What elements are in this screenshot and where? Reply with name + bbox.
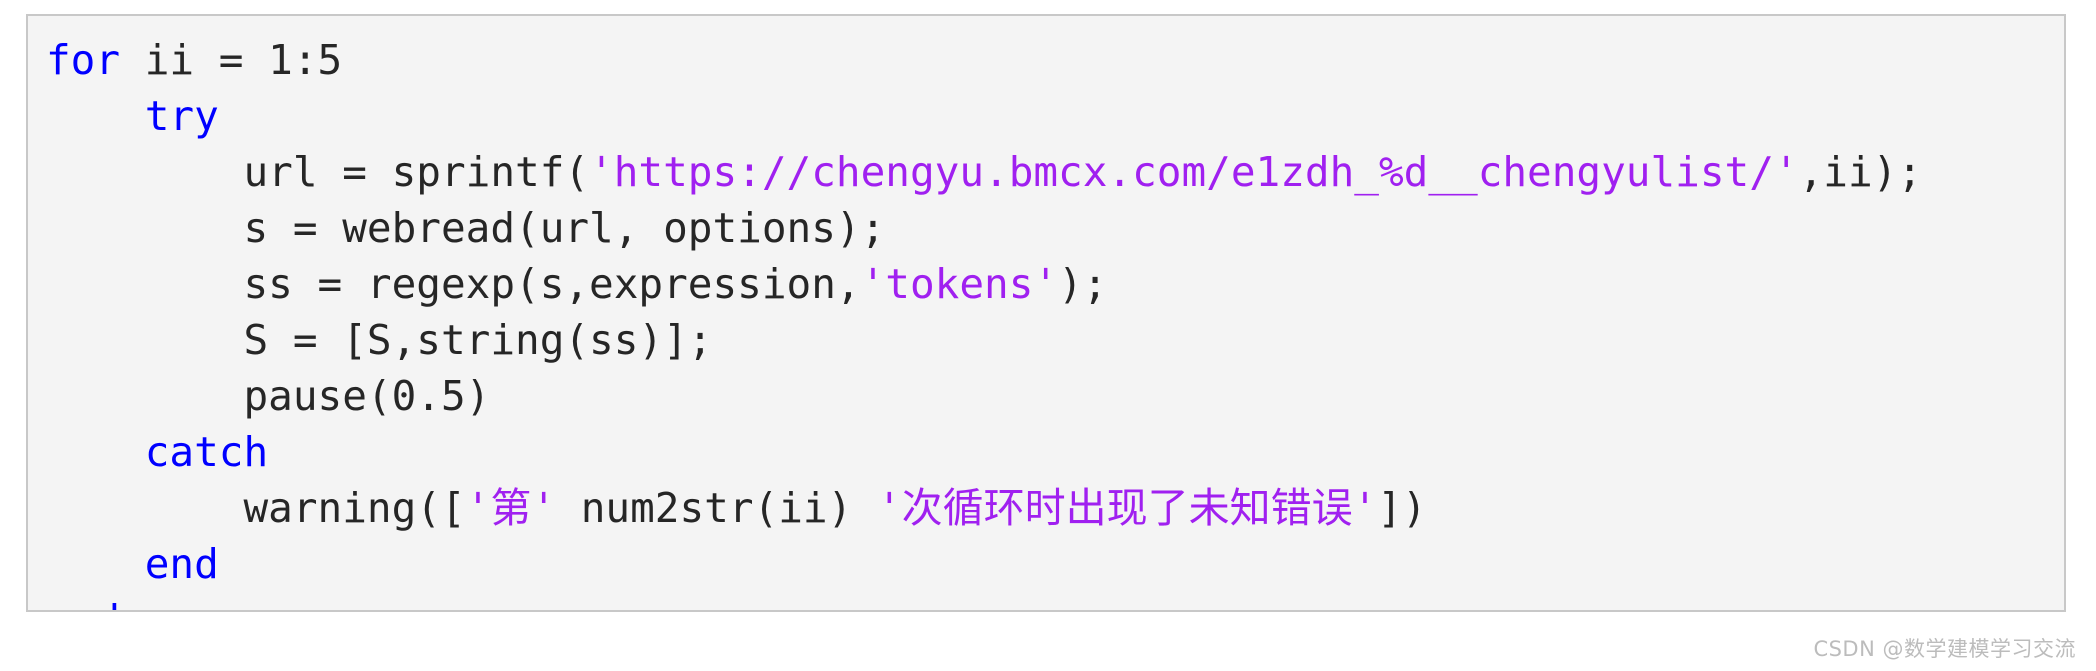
code-line: end [46,536,2064,592]
code-line: S = [S,string(ss)]; [46,312,2064,368]
code-line: ss = regexp(s,expression,'tokens'); [46,256,2064,312]
code-token-plain: pause(0.5) [243,372,491,420]
code-token-keyword: end [144,540,219,588]
code-token-string: 'https://chengyu.bmcx.com/e1zdh_%d__chen… [589,148,1799,196]
code-token-keyword: end [46,596,120,610]
code-token-string: '次循环时出现了未知错误' [876,484,1378,532]
code-token-keyword: catch [144,428,269,476]
code-token-plain: S = [S,string(ss)]; [243,316,713,364]
code-line: warning(['第' num2str(ii) '次循环时出现了未知错误']) [46,480,2064,536]
code-token-plain: ss = regexp(s,expression, [243,260,861,308]
code-token-plain: url = sprintf( [243,148,590,196]
code-token-plain: ,ii); [1798,148,1923,196]
code-line: catch [46,424,2064,480]
code-token-string: '第' [465,484,557,532]
code-token-plain: ]) [1377,484,1427,532]
code-token-string: 'tokens' [860,260,1059,308]
code-line: url = sprintf('https://chengyu.bmcx.com/… [46,144,2064,200]
code-line: end [46,592,2064,610]
matlab-code-listing: for ii = 1:5 try url = sprintf('https://… [28,16,2064,610]
code-token-plain: ); [1058,260,1108,308]
code-token-keyword: try [144,92,219,140]
code-token-plain: ii = 1:5 [120,36,343,84]
code-line: s = webread(url, options); [46,200,2064,256]
code-token-plain: s = webread(url, options); [243,204,886,252]
code-token-keyword: for [46,36,121,84]
code-block-container: for ii = 1:5 try url = sprintf('https://… [26,14,2066,612]
code-line: pause(0.5) [46,368,2064,424]
code-token-plain: num2str(ii) [556,484,877,532]
code-line: try [46,88,2064,144]
code-token-plain: warning([ [243,484,466,532]
csdn-watermark: CSDN @数学建模学习交流 [1813,637,2076,661]
code-line: for ii = 1:5 [46,32,2064,88]
